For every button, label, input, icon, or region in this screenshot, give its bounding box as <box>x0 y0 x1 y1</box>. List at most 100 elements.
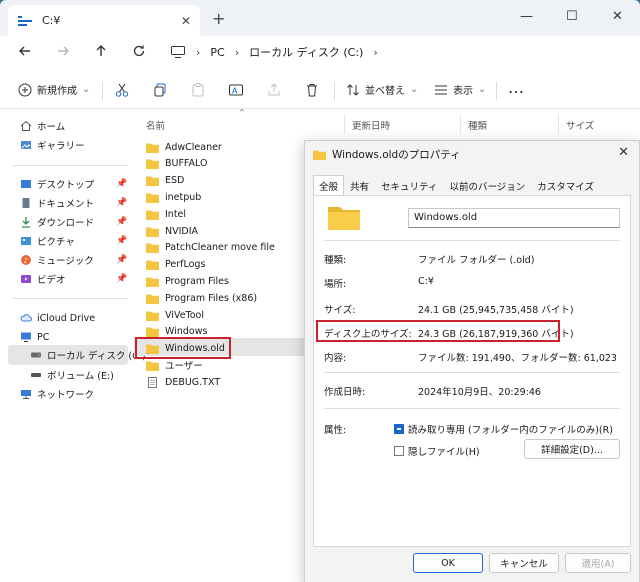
sort-button[interactable]: 並べ替え ⌄ <box>346 82 418 97</box>
tab-security[interactable]: セキュリティ <box>375 175 443 197</box>
column-divider[interactable] <box>558 114 559 134</box>
file-name: Program Files (x86) <box>165 292 258 304</box>
readonly-checkbox[interactable]: 読み取り専用 (フォルダー内のファイルのみ)(R) <box>394 422 613 436</box>
copy-icon <box>154 83 166 97</box>
column-header-name[interactable]: 名前 <box>146 118 165 132</box>
folder-name-input[interactable]: Windows.old <box>408 208 620 228</box>
document-icon <box>22 198 30 208</box>
sidebar-item-pictures[interactable]: ピクチャ 📌 <box>20 233 127 249</box>
file-name: BUFFALO <box>165 158 208 170</box>
share-button[interactable] <box>266 82 282 98</box>
created-label: 作成日時: <box>324 387 366 398</box>
column-header-size[interactable]: サイズ <box>566 118 594 132</box>
divider <box>324 372 620 373</box>
apply-button[interactable]: 適用(A) <box>565 553 631 573</box>
sort-label: 並べ替え <box>365 86 405 97</box>
refresh-button[interactable] <box>130 42 148 60</box>
sort-icon <box>347 83 359 96</box>
file-name: NVIDIA <box>165 225 199 237</box>
download-icon <box>22 217 30 228</box>
file-row[interactable]: Program Files <box>146 273 229 289</box>
folder-icon <box>146 243 159 254</box>
sidebar-item-label: ピクチャ <box>37 237 75 248</box>
forward-button[interactable] <box>54 42 72 60</box>
sidebar-item-gallery[interactable]: ギャラリー <box>20 137 85 153</box>
sidebar-item-documents[interactable]: ドキュメント 📌 <box>20 195 127 211</box>
file-row[interactable]: DEBUG.TXT <box>146 374 220 390</box>
tab-general[interactable]: 全般 <box>313 175 345 197</box>
minimize-button[interactable]: — <box>520 9 533 24</box>
view-button[interactable]: 表示 ⌄ <box>434 82 486 97</box>
file-name: PatchCleaner move file <box>165 242 275 254</box>
hidden-checkbox[interactable]: 隠しファイル(H) <box>394 444 480 458</box>
breadcrumb-pc[interactable]: PC <box>210 46 224 59</box>
more-options-button[interactable]: … <box>508 78 524 97</box>
folder-icon <box>146 294 159 304</box>
breadcrumb-local-disk[interactable]: ローカル ディスク (C:) <box>249 44 363 60</box>
new-button[interactable]: 新規作成 ⌄ <box>18 82 90 97</box>
tab-sharing[interactable]: 共有 <box>344 175 375 197</box>
new-tab-button[interactable]: + <box>212 9 225 28</box>
video-icon <box>21 275 31 283</box>
column-header-modified[interactable]: 更新日時 <box>352 118 390 132</box>
sidebar-item-icloud-drive[interactable]: iCloud Drive <box>20 310 95 326</box>
cut-button[interactable] <box>114 82 130 98</box>
folder-icon <box>146 159 159 170</box>
ok-button[interactable]: OK <box>413 553 483 573</box>
cancel-button[interactable]: キャンセル <box>489 553 559 573</box>
sidebar-item-music[interactable]: ♪ ミュージック 📌 <box>20 252 127 268</box>
copy-button[interactable] <box>152 82 168 98</box>
folder-icon <box>146 193 159 203</box>
file-row[interactable]: PatchCleaner move file <box>146 240 275 256</box>
file-row[interactable]: Intel <box>146 206 186 222</box>
tab-previous-versions[interactable]: 以前のバージョン <box>443 175 531 197</box>
up-button[interactable] <box>92 42 110 60</box>
folder-icon <box>313 150 326 160</box>
file-row[interactable]: AdwCleaner <box>146 139 222 155</box>
command-bar <box>0 74 640 109</box>
sidebar-item-network[interactable]: ネットワーク <box>20 386 94 402</box>
sidebar-item-videos[interactable]: ビデオ 📌 <box>20 271 127 287</box>
tab-customize[interactable]: カスタマイズ <box>531 175 600 197</box>
sidebar-item-downloads[interactable]: ダウンロード 📌 <box>20 214 127 230</box>
column-divider[interactable] <box>344 114 345 134</box>
file-row[interactable]: ユーザー <box>146 357 203 373</box>
back-button[interactable] <box>16 42 34 60</box>
tab-c-drive[interactable]: C:¥ ✕ <box>8 5 200 36</box>
checkbox-icon[interactable] <box>394 446 404 456</box>
file-row[interactable]: ESD <box>146 173 184 189</box>
advanced-button[interactable]: 詳細設定(D)... <box>524 439 620 459</box>
file-row[interactable]: PerfLogs <box>146 257 205 273</box>
column-divider[interactable] <box>460 114 461 134</box>
tab-title: C:¥ <box>42 14 61 27</box>
delete-button[interactable] <box>304 82 320 98</box>
dialog-title-bar: Windows.oldのプロパティ <box>313 147 461 162</box>
file-row[interactable]: ViVeTool <box>146 307 204 323</box>
sidebar-item-volume-e[interactable]: ボリューム (E:) <box>30 367 114 383</box>
file-row[interactable]: BUFFALO <box>146 156 207 172</box>
close-window-button[interactable]: ✕ <box>612 9 623 24</box>
maximize-button[interactable]: ☐ <box>566 9 578 24</box>
file-row[interactable]: Program Files (x86) <box>146 290 257 306</box>
rename-icon: A <box>229 84 243 96</box>
rename-button[interactable]: A <box>228 82 244 98</box>
checkbox-indeterminate-icon[interactable] <box>394 424 404 434</box>
sidebar-item-pc[interactable]: PC <box>20 329 49 345</box>
dialog-close-button[interactable]: ✕ <box>618 145 629 160</box>
home-icon <box>20 120 32 131</box>
divider <box>324 240 620 241</box>
size-label: サイズ: <box>324 305 356 316</box>
sidebar-item-label: ギャラリー <box>37 141 85 152</box>
sidebar-item-home[interactable]: ホーム <box>20 118 65 134</box>
column-header-type[interactable]: 種類 <box>468 118 487 132</box>
sidebar-item-desktop[interactable]: デスクトップ 📌 <box>20 176 127 192</box>
monitor-icon[interactable] <box>170 45 186 59</box>
contents-label: 内容: <box>324 353 347 364</box>
paste-button[interactable] <box>190 82 206 98</box>
file-row[interactable]: inetpub <box>146 189 201 205</box>
chevron-right-icon[interactable]: › <box>373 46 377 59</box>
tab-close-icon[interactable]: ✕ <box>178 14 194 28</box>
file-row[interactable]: NVIDIA <box>146 223 198 239</box>
sidebar-item-local-disk[interactable]: ローカル ディスク (C:) <box>30 347 146 363</box>
sort-up-icon: ⌃ <box>238 108 246 119</box>
